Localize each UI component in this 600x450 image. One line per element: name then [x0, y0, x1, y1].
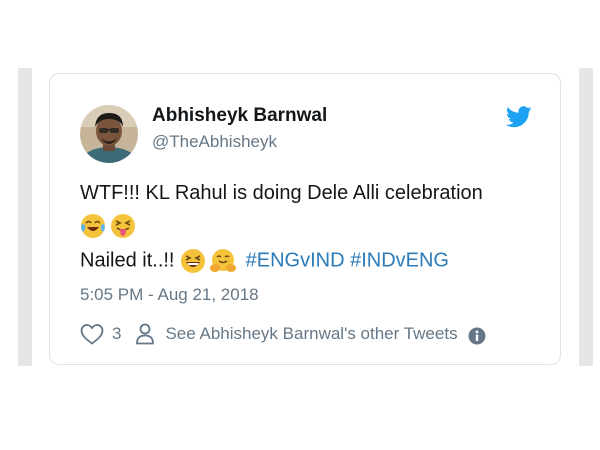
tweet-timestamp-link[interactable]: 5:05 PM - Aug 21, 2018 — [80, 285, 259, 305]
tweet-actions-bar: 3 See Abhisheyk Barnwal's other Tweets — [80, 322, 486, 346]
hashtag-link-ind-vs-eng[interactable]: #INDvENG — [350, 249, 449, 271]
like-count[interactable]: 3 — [112, 324, 121, 344]
left-gutter-bar — [18, 68, 32, 366]
tweet-text-nailed-it: Nailed it..!! — [80, 249, 175, 272]
grinning-squinting-emoji-icon — [180, 248, 206, 274]
info-icon[interactable] — [468, 327, 486, 345]
person-icon[interactable] — [135, 323, 155, 345]
author-name[interactable]: Abhisheyk Barnwal — [152, 105, 327, 127]
tweet-emoji-line — [80, 213, 140, 239]
hugging-face-emoji-icon — [210, 248, 237, 274]
author-avatar[interactable] — [80, 105, 138, 163]
tears-of-joy-emoji-icon — [80, 213, 106, 239]
embedded-tweet-card[interactable]: Abhisheyk Barnwal @TheAbhisheyk WTF!!! K… — [49, 73, 561, 365]
right-gutter-bar — [579, 68, 593, 366]
hashtag-link-eng-vs-ind[interactable]: #ENGvIND — [246, 249, 345, 271]
author-handle[interactable]: @TheAbhisheyk — [152, 132, 277, 152]
tweet-text-line-1: WTF!!! KL Rahul is doing Dele Alli celeb… — [80, 182, 483, 204]
tweet-text-line-3: Nailed it..!! #ENGvIND #INDvENG — [80, 248, 449, 274]
other-tweets-link[interactable]: See Abhisheyk Barnwal's other Tweets — [165, 324, 457, 344]
twitter-bird-icon[interactable] — [505, 106, 532, 128]
tongue-out-squinting-emoji-icon — [110, 213, 136, 239]
heart-icon[interactable] — [80, 323, 104, 345]
